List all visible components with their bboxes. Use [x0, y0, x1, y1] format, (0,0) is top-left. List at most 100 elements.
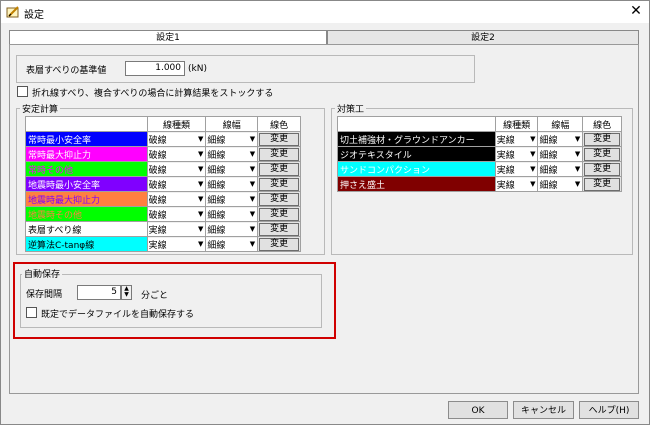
base-value-input[interactable]: 1.000 [125, 61, 185, 76]
line-name: ジオテキスタイル [340, 150, 412, 161]
line-type-select[interactable]: 破線 ▼ [146, 176, 207, 192]
stability-name-cell[interactable]: 地震時最大抑止力 [25, 191, 148, 207]
interval-stepper[interactable]: ▲ ▼ [121, 285, 132, 300]
stability-name-cell[interactable]: 逆算法C-tanφ線 [25, 236, 148, 252]
ok-button[interactable]: OK [448, 401, 508, 419]
chevron-down-icon[interactable]: ▼ [250, 150, 257, 158]
chevron-down-icon[interactable]: ▼ [575, 150, 582, 158]
chevron-down-icon[interactable]: ▼ [250, 180, 257, 188]
line-width-select[interactable]: 細線 ▼ [205, 221, 259, 237]
stability-name-cell[interactable]: 常時最大抑止力 [25, 146, 148, 162]
line-width-select[interactable]: 細線 ▼ [537, 146, 584, 162]
change-color-button[interactable]: 変更 [259, 162, 299, 176]
stability-name-cell[interactable]: 地震時最小安全率 [25, 176, 148, 192]
change-color-button[interactable]: 変更 [584, 132, 620, 146]
line-width-select[interactable]: 細線 ▼ [205, 176, 259, 192]
line-name: 逆算法C-tanφ線 [28, 240, 95, 251]
chevron-down-icon[interactable]: ▼ [198, 165, 205, 173]
chevron-down-icon[interactable]: ▼ [198, 210, 205, 218]
line-width-select[interactable]: 細線 ▼ [537, 176, 584, 192]
chevron-down-icon[interactable]: ▼ [250, 165, 257, 173]
countermeasure-name-cell[interactable]: サンドコンパクション [337, 161, 496, 177]
window-title: 設定 [24, 10, 44, 21]
chevron-down-icon[interactable]: ▼ [250, 210, 257, 218]
chevron-down-icon[interactable]: ▼ [530, 180, 537, 188]
line-type-select[interactable]: 実線 ▼ [494, 161, 539, 177]
change-color-button[interactable]: 変更 [584, 147, 620, 161]
change-color-button[interactable]: 変更 [259, 192, 299, 206]
line-type-select[interactable]: 破線 ▼ [146, 206, 207, 222]
chevron-down-icon[interactable]: ▼ [198, 150, 205, 158]
change-color-button[interactable]: 変更 [259, 222, 299, 236]
autosave-default-checkbox[interactable] [26, 307, 37, 318]
countermeasure-name-cell[interactable]: ジオテキスタイル [337, 146, 496, 162]
chevron-down-icon[interactable]: ▼ [250, 225, 257, 233]
chevron-down-icon[interactable]: ▼ [575, 135, 582, 143]
tab-settings-2[interactable]: 設定2 [327, 30, 639, 45]
countermeasure-name-cell[interactable]: 押さえ盛土 [337, 176, 496, 192]
chevron-down-icon[interactable]: ▼ [198, 225, 205, 233]
line-type-value: 破線 [148, 165, 167, 176]
line-type-select[interactable]: 実線 ▼ [146, 236, 207, 252]
chevron-down-icon[interactable]: ▼ [250, 240, 257, 248]
line-type-select[interactable]: 実線 ▼ [146, 221, 207, 237]
tab-label: 設定1 [156, 33, 180, 43]
chevron-down-icon[interactable]: ▼ [198, 180, 205, 188]
line-width-select[interactable]: 細線 ▼ [205, 236, 259, 252]
table-row: 地震時その他 破線 ▼ 細線 ▼ 変更 [25, 206, 301, 222]
chevron-down-icon[interactable]: ▼ [122, 292, 131, 298]
line-color-cell: 変更 [257, 131, 301, 147]
line-type-value: 実線 [148, 225, 167, 236]
line-type-select[interactable]: 実線 ▼ [494, 176, 539, 192]
cancel-button[interactable]: キャンセル [513, 401, 574, 419]
line-type-select[interactable]: 実線 ▼ [494, 146, 539, 162]
line-width-select[interactable]: 細線 ▼ [205, 131, 259, 147]
tab-settings-1[interactable]: 設定1 [9, 30, 327, 45]
line-width-select[interactable]: 細線 ▼ [205, 206, 259, 222]
chevron-down-icon[interactable]: ▼ [198, 195, 205, 203]
line-width-select[interactable]: 細線 ▼ [205, 191, 259, 207]
line-color-cell: 変更 [257, 236, 301, 252]
change-color-button[interactable]: 変更 [584, 162, 620, 176]
stability-group-label: 安定計算 [20, 102, 61, 115]
header-line-color: 線色 [582, 116, 622, 132]
chevron-down-icon[interactable]: ▼ [530, 150, 537, 158]
chevron-down-icon[interactable]: ▼ [575, 180, 582, 188]
change-color-button[interactable]: 変更 [259, 177, 299, 191]
autosave-interval-input[interactable]: 5 [77, 285, 121, 300]
stability-name-cell[interactable]: 地震時その他 [25, 206, 148, 222]
chevron-down-icon[interactable]: ▼ [198, 240, 205, 248]
chevron-down-icon[interactable]: ▼ [530, 135, 537, 143]
chevron-down-icon[interactable]: ▼ [198, 135, 205, 143]
close-icon[interactable]: ✕ [630, 3, 642, 19]
line-type-select[interactable]: 破線 ▼ [146, 191, 207, 207]
line-type-select[interactable]: 破線 ▼ [146, 161, 207, 177]
line-name: サンドコンパクション [340, 165, 431, 176]
stability-name-cell[interactable]: 常時最小安全率 [25, 131, 148, 147]
countermeasure-name-cell[interactable]: 切土補強材・グラウンドアンカー [337, 131, 496, 147]
line-type-select[interactable]: 破線 ▼ [146, 146, 207, 162]
tab-label: 設定2 [471, 33, 495, 43]
chevron-down-icon[interactable]: ▼ [575, 165, 582, 173]
line-width-select[interactable]: 細線 ▼ [205, 146, 259, 162]
chevron-down-icon[interactable]: ▼ [250, 195, 257, 203]
chevron-down-icon[interactable]: ▼ [530, 165, 537, 173]
stability-name-cell[interactable]: 表層すべり線 [25, 221, 148, 237]
change-color-button[interactable]: 変更 [259, 147, 299, 161]
change-color-button[interactable]: 変更 [259, 207, 299, 221]
stock-results-checkbox[interactable] [17, 86, 28, 97]
line-width-select[interactable]: 細線 ▼ [537, 131, 584, 147]
stability-name-cell[interactable]: 常時その他 [25, 161, 148, 177]
close-button[interactable]: ✕ [623, 1, 649, 23]
line-type-select[interactable]: 実線 ▼ [494, 131, 539, 147]
chevron-down-icon[interactable]: ▼ [250, 135, 257, 143]
change-color-button[interactable]: 変更 [259, 132, 299, 146]
line-name: 地震時最大抑止力 [28, 195, 101, 206]
line-width-select[interactable]: 細線 ▼ [537, 161, 584, 177]
change-color-button[interactable]: 変更 [259, 237, 299, 251]
line-color-cell: 変更 [257, 176, 301, 192]
change-color-button[interactable]: 変更 [584, 177, 620, 191]
line-type-select[interactable]: 破線 ▼ [146, 131, 207, 147]
help-button[interactable]: ヘルプ(H) [579, 401, 639, 419]
line-width-select[interactable]: 細線 ▼ [205, 161, 259, 177]
